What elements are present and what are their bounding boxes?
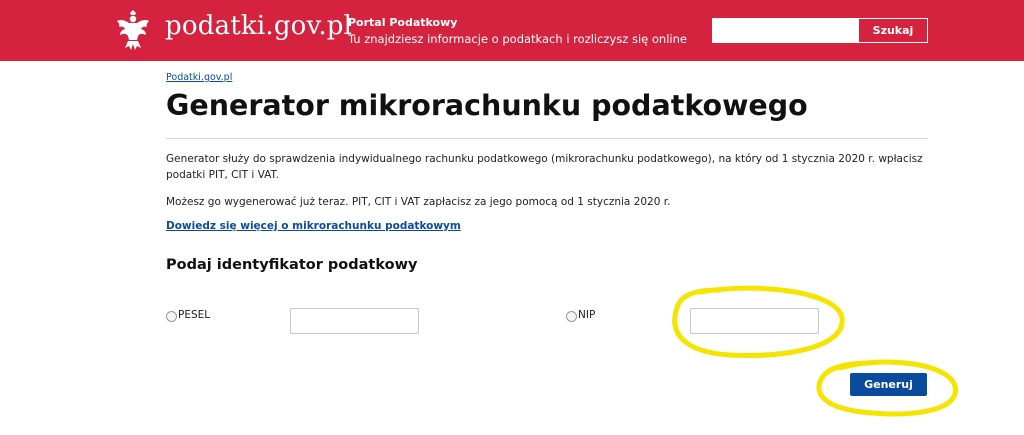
- search-button[interactable]: Szukaj: [858, 18, 928, 43]
- learn-more-link[interactable]: Dowiedz się więcej o mikrorachunku podat…: [166, 220, 461, 232]
- title-divider: [166, 138, 928, 139]
- breadcrumb-home-link[interactable]: Podatki.gov.pl: [166, 72, 232, 83]
- generate-button[interactable]: Generuj: [850, 373, 927, 396]
- portal-subtitle: Tu znajdziesz informacje o podatkach i r…: [348, 32, 687, 46]
- portal-title: Portal Podatkowy: [348, 16, 458, 29]
- nip-label[interactable]: NIP: [578, 309, 595, 321]
- pesel-radio[interactable]: [166, 311, 177, 322]
- white-eagle-emblem-icon[interactable]: [116, 10, 150, 52]
- page-title: Generator mikrorachunku podatkowego: [166, 89, 808, 122]
- form-section-title: Podaj identyfikator podatkowy: [166, 257, 418, 273]
- nip-radio[interactable]: [566, 311, 577, 322]
- annotation-overlay: [672, 285, 958, 417]
- intro-paragraph-2: Możesz go wygenerować już teraz. PIT, CI…: [166, 196, 671, 208]
- site-header: podatki.gov.pl Portal Podatkowy Tu znajd…: [0, 0, 1024, 61]
- pesel-input[interactable]: [290, 308, 419, 334]
- nip-input[interactable]: [690, 308, 819, 334]
- pesel-label[interactable]: PESEL: [178, 309, 210, 321]
- intro-paragraph-1: Generator służy do sprawdzenia indywidua…: [166, 153, 923, 181]
- search-input[interactable]: [712, 18, 860, 43]
- site-brand-name[interactable]: podatki.gov.pl: [165, 11, 352, 41]
